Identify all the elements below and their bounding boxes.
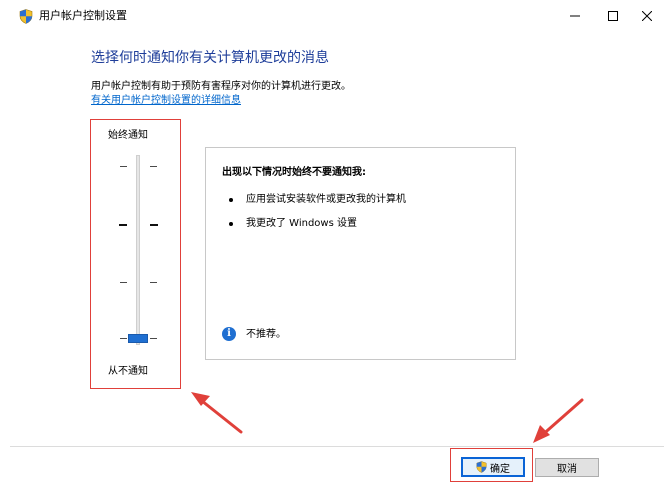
close-button[interactable] — [630, 0, 664, 32]
bullet-icon — [229, 198, 233, 202]
not-recommended-note: 不推荐。 — [246, 329, 286, 340]
minimize-button[interactable] — [552, 0, 598, 32]
cancel-button-label: 取消 — [557, 464, 577, 475]
info-panel-title: 出现以下情况时始终不要通知我: — [222, 167, 366, 178]
slider-tick — [120, 166, 127, 167]
info-bullet: 我更改了 Windows 设置 — [246, 218, 357, 229]
slider-tick — [150, 282, 157, 283]
bullet-icon — [229, 222, 233, 226]
slider-tick — [150, 224, 158, 226]
slider-tick — [119, 224, 127, 226]
arrow-to-ok-icon — [533, 398, 584, 443]
uac-shield-icon — [476, 461, 487, 473]
slider-tick — [120, 282, 127, 283]
info-icon: i — [222, 327, 236, 341]
help-link[interactable]: 有关用户帐户控制设置的详细信息 — [91, 95, 241, 107]
cancel-button[interactable]: 取消 — [535, 458, 599, 477]
arrow-to-slider-icon — [191, 392, 243, 434]
ok-button-label: 确定 — [490, 463, 510, 475]
slider-top-label: 始终通知 — [108, 130, 148, 141]
footer-divider — [10, 446, 664, 447]
slider-bottom-label: 从不通知 — [108, 366, 148, 377]
title-bar: 用户帐户控制设置 — [0, 0, 664, 32]
window-title: 用户帐户控制设置 — [39, 9, 127, 22]
slider-tick — [150, 338, 157, 339]
slider-thumb[interactable] — [128, 334, 148, 343]
close-icon — [642, 11, 652, 21]
slider-tick — [150, 166, 157, 167]
uac-shield-icon — [19, 9, 33, 24]
slider-track[interactable] — [136, 155, 140, 345]
minimize-icon — [570, 15, 580, 17]
ok-button[interactable]: 确定 — [461, 457, 525, 477]
page-heading: 选择何时通知你有关计算机更改的消息 — [91, 50, 329, 66]
info-bullet: 应用尝试安装软件或更改我的计算机 — [246, 194, 406, 205]
slider-tick — [120, 338, 127, 339]
maximize-icon — [608, 11, 618, 21]
description-text: 用户帐户控制有助于预防有害程序对你的计算机进行更改。 — [91, 81, 351, 92]
maximize-button[interactable] — [596, 0, 630, 32]
